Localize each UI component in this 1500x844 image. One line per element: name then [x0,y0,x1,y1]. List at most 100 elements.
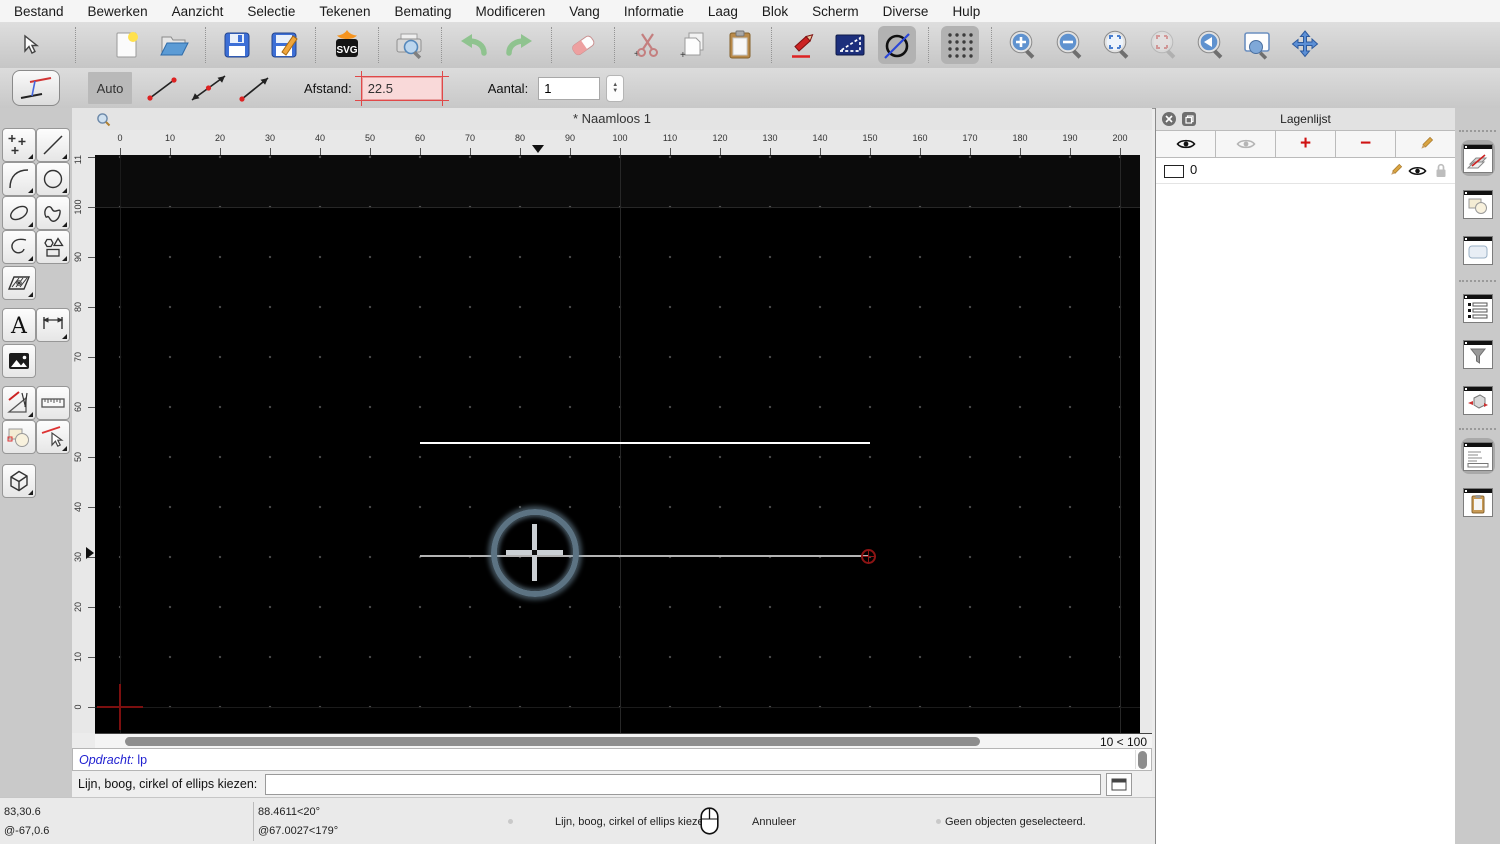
menu-item[interactable]: Modificeren [476,4,546,19]
tool-curve-button[interactable] [2,230,36,264]
undo-button[interactable] [454,26,492,64]
erase-button[interactable] [564,26,602,64]
menu-item[interactable]: Aanzicht [172,4,224,19]
tool-ruler-button[interactable] [36,386,70,420]
show-all-layers-button[interactable] [1156,131,1216,157]
filter-panel-toggle[interactable] [1461,336,1495,372]
auto-mode-button[interactable]: Auto [88,72,132,104]
shapes-panel-toggle[interactable] [1461,186,1495,222]
drawn-line-lower[interactable] [420,555,868,557]
command-history-line: Opdracht: lp [79,753,147,767]
menu-item[interactable]: Informatie [624,4,684,19]
menu-item[interactable]: Scherm [812,4,859,19]
remove-layer-button[interactable]: − [1336,131,1396,157]
list-panel-toggle[interactable] [1461,290,1495,326]
drawn-line-upper[interactable] [420,442,870,444]
menu-item[interactable]: Selectie [247,4,295,19]
select-tool-button[interactable] [10,26,48,64]
svg-export-button[interactable]: SVG [328,26,366,64]
tool-spline-button[interactable] [36,196,70,230]
menu-item[interactable]: Bemating [394,4,451,19]
tool-text-button[interactable]: A [2,308,36,342]
tool-shapes-button[interactable] [36,230,70,264]
tool-arc-button[interactable] [2,162,36,196]
tool-points-button[interactable] [2,128,36,162]
line-midpoint-button[interactable] [186,72,232,104]
scrollbar-thumb[interactable] [125,737,980,746]
aantal-input[interactable] [538,76,601,100]
history-scrollbar[interactable] [1135,750,1150,769]
menu-item[interactable]: Laag [708,4,738,19]
tool-hatch-button[interactable] [2,266,36,300]
command-panel-button[interactable] [1106,772,1133,796]
clipboard-panel-toggle[interactable] [1461,484,1495,520]
tool-image-button[interactable] [2,344,36,378]
history-scrollbar-thumb[interactable] [1138,751,1147,769]
layer-color-swatch[interactable] [1164,165,1184,178]
new-file-button[interactable] [108,26,146,64]
circle-tool-toggle[interactable] [878,26,916,64]
cut-button[interactable]: + [627,26,665,64]
menu-item[interactable]: Diverse [883,4,929,19]
line-direction-button[interactable] [232,72,278,104]
paste-button[interactable] [721,26,759,64]
tool-ellipse-button[interactable] [2,196,36,230]
copy-icon: + [680,32,704,60]
edit-layer-button[interactable] [1396,131,1455,157]
layers-panel-toggle[interactable] [1461,140,1495,176]
menu-item[interactable]: Blok [762,4,788,19]
layer-eye-icon[interactable] [1408,165,1427,177]
copy-button[interactable]: + [674,26,712,64]
block-panel-toggle[interactable] [1461,382,1495,418]
command-input[interactable] [265,773,1102,795]
document-title: * Naamloos 1 [572,111,652,126]
menu-item[interactable]: Bestand [14,4,64,19]
print-preview-button[interactable] [391,26,429,64]
tool-group-button[interactable] [2,420,36,454]
layer-lock-icon[interactable] [1435,163,1447,178]
layer-pencil-icon[interactable] [1388,163,1403,178]
menu-item[interactable]: Hulp [952,4,980,19]
zoom-selection-button[interactable] [1145,26,1183,64]
save-as-button[interactable] [265,26,303,64]
redo-button[interactable] [501,26,539,64]
hide-all-layers-button[interactable] [1216,131,1276,157]
add-layer-button[interactable]: + [1276,131,1336,157]
zoom-previous-button[interactable] [1192,26,1230,64]
zoom-extents-button[interactable] [1098,26,1136,64]
ruler-tick: 50 [345,130,395,155]
toolbar-separator [551,27,552,63]
aantal-stepper[interactable]: ▲ ▼ [606,74,625,102]
properties-panel-toggle[interactable] [1461,232,1495,268]
pan-button[interactable] [1286,26,1324,64]
command-panel-toggle[interactable] [1461,438,1495,474]
grid-snap-toggle[interactable] [941,26,979,64]
zoom-out-button[interactable] [1051,26,1089,64]
layer-row[interactable]: 0 [1156,158,1455,184]
draw-properties-button[interactable] [784,26,822,64]
pan-icon [1291,30,1319,58]
stepper-down-icon[interactable]: ▼ [612,88,618,94]
line-two-points-button[interactable] [140,72,186,104]
dimension-style-button[interactable] [831,26,869,64]
afstand-input[interactable] [361,76,442,100]
horizontal-scrollbar[interactable]: 10 < 100 [95,733,1152,749]
tool-dimension-button[interactable] [36,308,70,342]
drawing-canvas[interactable] [95,155,1140,733]
zoom-window-button[interactable] [1239,26,1277,64]
pencil-icon [1420,136,1433,149]
menu-item[interactable]: Tekenen [319,4,370,19]
save-button[interactable] [218,26,256,64]
tool-drafting-button[interactable] [2,386,36,420]
parallel-line-tool-button[interactable] [12,70,60,106]
selection-status: Geen objecten geselecteerd. [945,816,1086,828]
menu-item[interactable]: Bewerken [88,4,148,19]
zoom-in-button[interactable] [1004,26,1042,64]
open-file-button[interactable] [155,26,193,64]
tool-edit-line-button[interactable] [36,420,70,454]
menu-item[interactable]: Vang [569,4,600,19]
cad-application-window: Bestand Bewerken Aanzicht Selectie Tekenen Be… [0,0,1500,844]
tool-line-button[interactable] [36,128,70,162]
tool-circle-button[interactable] [36,162,70,196]
tool-3d-box-button[interactable] [2,464,36,498]
